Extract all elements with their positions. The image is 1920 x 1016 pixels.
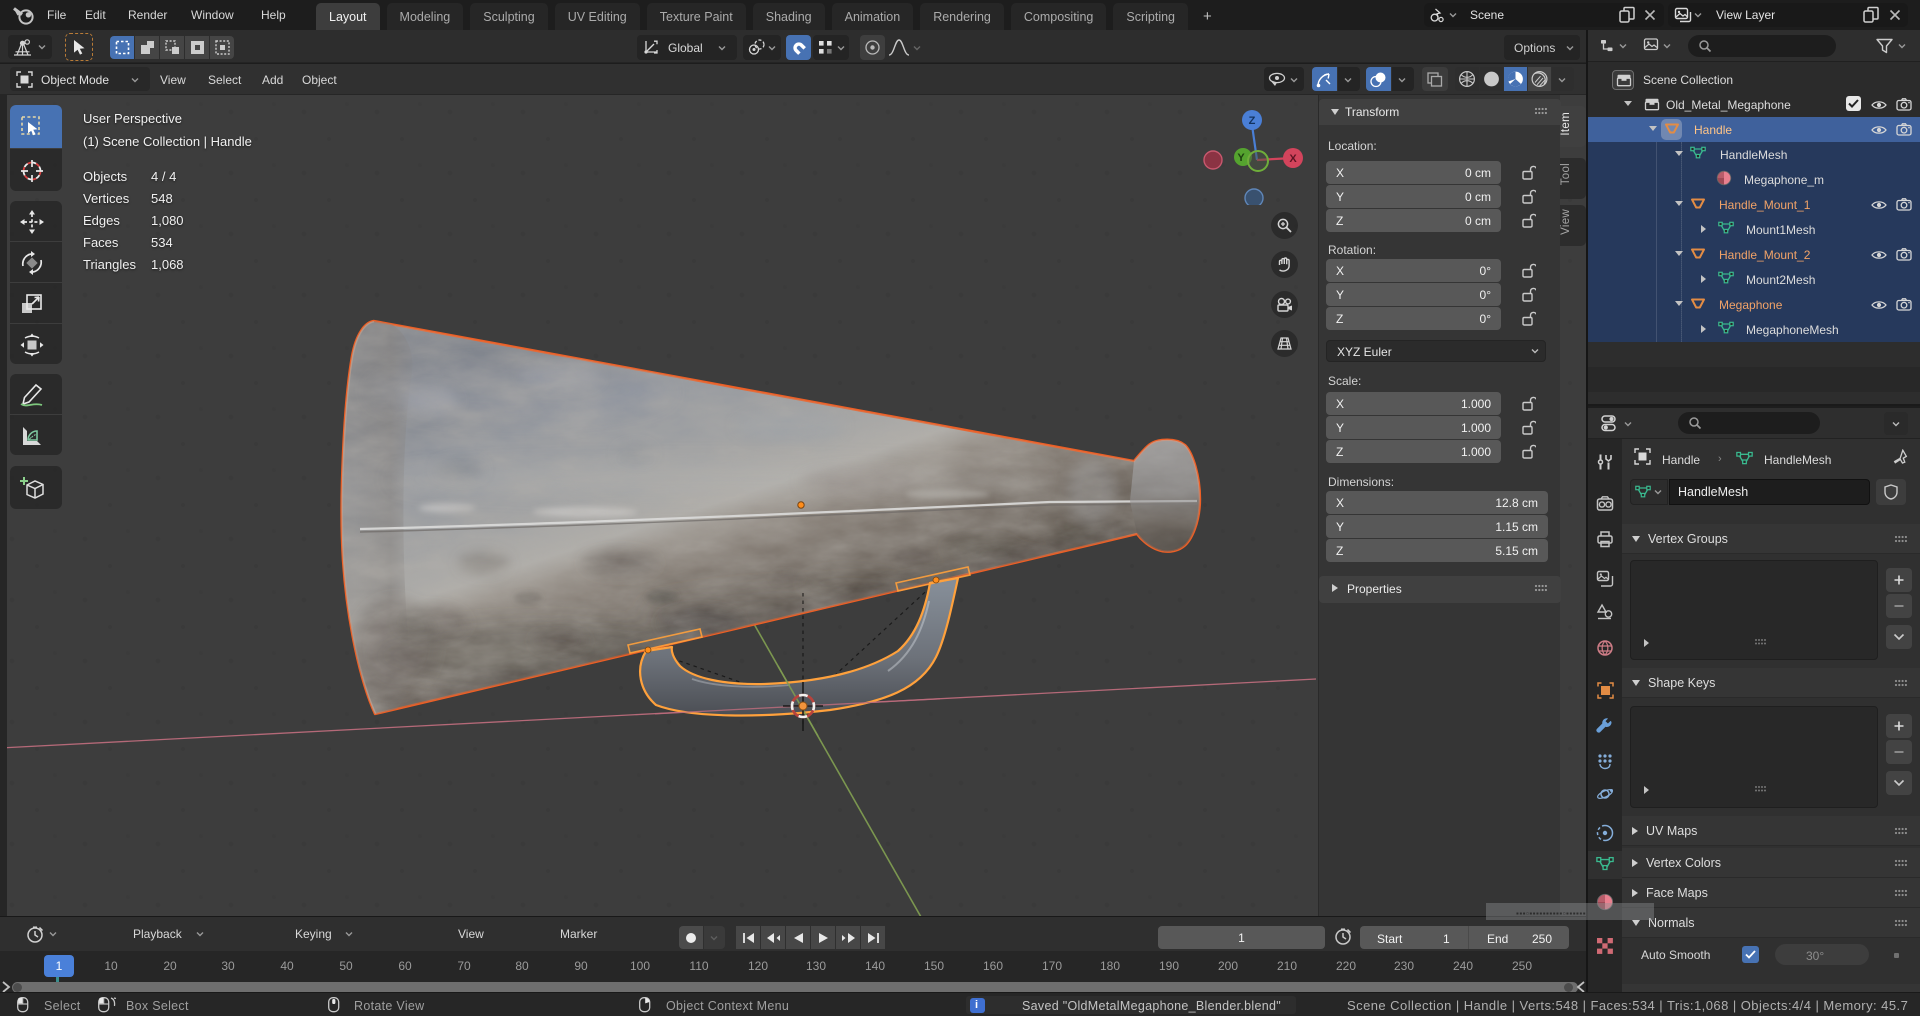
- svg-text:X: X: [1289, 153, 1297, 165]
- svg-text:Y: Y: [1237, 152, 1245, 164]
- svg-text:Z: Z: [1249, 115, 1256, 127]
